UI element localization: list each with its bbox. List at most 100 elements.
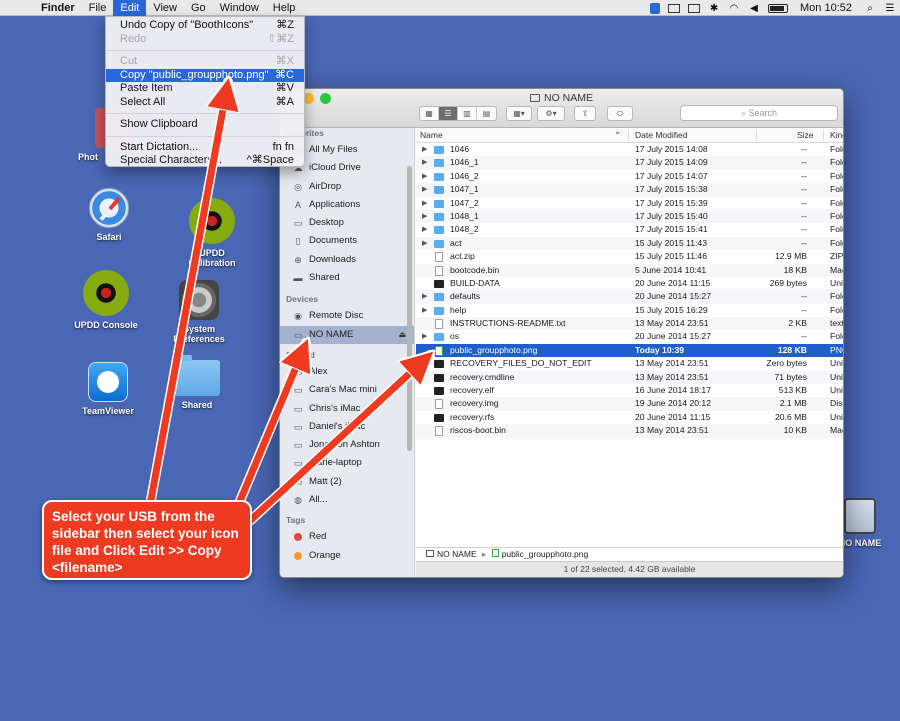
sidebar-item-remote-disc[interactable]: ◉ Remote Disc	[280, 307, 414, 325]
battery-icon[interactable]	[768, 3, 789, 13]
desktop-icon-system-preferences[interactable]: System Preferences	[154, 280, 244, 344]
finder-window[interactable]: NO NAME ▦ ☰ ▥ ▤ ▦▾ ⚙▾ ⇪ ⬭ ⌕ Search Favor…	[279, 88, 844, 578]
disclosure-triangle-icon[interactable]: ▶	[422, 223, 427, 236]
menu-item-select-all[interactable]: Select All ⌘A	[106, 96, 304, 110]
sidebar-item-shared-host[interactable]: ▭ Daniel's iMac	[280, 418, 414, 436]
tags-icon[interactable]: ⬭	[607, 106, 633, 121]
table-row[interactable]: ▶ 1046_1 17 July 2015 14:09 -- Folder	[416, 156, 843, 170]
table-row[interactable]: recovery.rfs 20 June 2014 11:15 20.6 MB Uni…	[416, 411, 843, 424]
sidebar-item-no-name[interactable]: ▭ NO NAME ⏏	[280, 325, 414, 344]
column-header-date[interactable]: Date Modified	[635, 130, 687, 140]
desktop-icon-shared[interactable]: Shared	[152, 355, 242, 410]
disclosure-triangle-icon[interactable]: ▶	[422, 143, 427, 156]
arrange-button[interactable]: ▦▾	[506, 106, 532, 121]
wifi-icon[interactable]: ◠	[728, 3, 740, 14]
menu-go[interactable]: Go	[184, 0, 213, 16]
view-mode-control[interactable]: ▦ ☰ ▥ ▤	[419, 106, 497, 121]
menu-edit[interactable]: Edit	[113, 0, 147, 16]
table-row[interactable]: ▶ 1046_2 17 July 2015 14:07 -- Folder	[416, 170, 843, 183]
disclosure-triangle-icon[interactable]: ▶	[422, 237, 427, 250]
menu-item-start-dictation[interactable]: Start Dictation... fn fn	[106, 141, 304, 155]
table-row[interactable]: BUILD-DATA 20 June 2014 11:15 269 bytes Uni…	[416, 277, 843, 290]
sidebar-item-shared-all[interactable]: ◍ All...	[280, 491, 414, 509]
dropbox-icon[interactable]	[668, 3, 681, 13]
table-row[interactable]: INSTRUCTIONS-README.txt 13 May 2014 23:51…	[416, 317, 843, 331]
menu-item-paste[interactable]: Paste Item ⌘V	[106, 82, 304, 96]
notification-center-icon[interactable]: ☰	[884, 3, 896, 14]
title-bar[interactable]: NO NAME ▦ ☰ ▥ ▤ ▦▾ ⚙▾ ⇪ ⬭ ⌕ Search	[280, 89, 843, 128]
desktop-icon-updd-calibration[interactable]: UPDD Calibration	[167, 198, 257, 268]
table-row[interactable]: recovery.cmdline 13 May 2014 23:51 71 byte…	[416, 370, 843, 385]
table-row[interactable]: riscos-boot.bin 13 May 2014 23:51 10 KB Mac	[416, 424, 843, 438]
sidebar-item-shared-folder[interactable]: ▬ Shared	[280, 269, 414, 287]
sidebar-item-airdrop[interactable]: ◎ AirDrop	[280, 178, 414, 196]
airplay-icon[interactable]	[688, 3, 701, 13]
sidebar-item-shared-host[interactable]: ▭ Jonathon Ashton	[280, 436, 414, 454]
table-row[interactable]: ▶ 1047_2 17 July 2015 15:39 -- Folder	[416, 197, 843, 210]
table-row[interactable]: ▶ 1048_1 17 July 2015 15:40 -- Folder	[416, 209, 843, 224]
disclosure-triangle-icon[interactable]: ▶	[422, 156, 427, 169]
table-row[interactable]: ▶ defaults 20 June 2014 15:27 -- Folder	[416, 290, 843, 304]
sidebar-item-desktop[interactable]: ▭ Desktop	[280, 214, 414, 232]
sidebar-item-shared-host[interactable]: ▭ Matt (2)	[280, 473, 414, 491]
sidebar-item-shared-host[interactable]: ▭ Alex	[280, 363, 414, 381]
sidebar-item-tag-red[interactable]: Red	[280, 528, 414, 546]
column-header-size[interactable]: Size	[797, 130, 814, 140]
disclosure-triangle-icon[interactable]: ▶	[422, 304, 427, 317]
bluetooth-icon[interactable]: ✱	[708, 3, 720, 14]
sidebar-scrollbar[interactable]	[407, 166, 412, 451]
table-row[interactable]: ▶ help 15 July 2015 16:29 -- Folder	[416, 304, 843, 317]
coverflow-view-icon[interactable]: ▤	[477, 107, 496, 120]
action-button[interactable]: ⚙▾	[537, 106, 565, 121]
spotlight-icon[interactable]: ⌕	[864, 3, 876, 14]
menu-item-copy[interactable]: Copy "public_groupphoto.png" ⌘C	[106, 68, 304, 82]
column-view-icon[interactable]: ▥	[458, 107, 477, 120]
sidebar-item-shared-host[interactable]: ▭ Cara's Mac mini	[280, 381, 414, 399]
table-row[interactable]: ▶ os 20 June 2014 15:27 -- Folder	[416, 330, 843, 343]
menu-finder[interactable]: Finder	[34, 0, 82, 16]
menu-item-special-characters[interactable]: Special Characters... ^⌘Space	[106, 154, 304, 168]
column-header-kind[interactable]: Kind	[830, 130, 843, 140]
share-icon[interactable]: ⇪	[574, 106, 596, 121]
sidebar-item-shared-host[interactable]: ▭ marie-laptop	[280, 454, 414, 472]
eject-icon[interactable]: ⏏	[398, 326, 406, 344]
sidebar-item-tag-orange[interactable]: Orange	[280, 547, 414, 565]
icon-view-icon[interactable]: ▦	[420, 107, 439, 120]
list-view-icon[interactable]: ☰	[439, 107, 458, 120]
disclosure-triangle-icon[interactable]: ▶	[422, 197, 427, 210]
table-row[interactable]: ▶ 1047_1 17 July 2015 15:38 -- Folder	[416, 183, 843, 197]
menu-clock[interactable]: Mon 10:52	[792, 2, 860, 14]
skype-icon[interactable]	[650, 2, 661, 14]
sidebar-item-applications[interactable]: A Applications	[280, 196, 414, 214]
desktop-icon-teamviewer[interactable]: TeamViewer	[63, 362, 153, 416]
menu-help[interactable]: Help	[266, 0, 303, 16]
desktop-icon-updd-console[interactable]: UPDD Console	[61, 270, 151, 330]
menu-view[interactable]: View	[146, 0, 184, 16]
table-row[interactable]: ▶ 1046 17 July 2015 14:08 -- Folder	[416, 143, 843, 156]
sidebar-item-shared-host[interactable]: ▭ Chris's iMac	[280, 400, 414, 418]
table-row[interactable]: ▶ 1048_2 17 July 2015 15:41 -- Folder	[416, 223, 843, 236]
table-row-selected[interactable]: public_groupphoto.png Today 10:39 128 KB PN…	[416, 343, 843, 358]
table-row[interactable]: bootcode.bin 5 June 2014 10:41 18 KB Mac	[416, 263, 843, 277]
column-header-name[interactable]: Name	[420, 130, 443, 140]
volume-icon[interactable]: ◀	[748, 3, 760, 14]
disclosure-triangle-icon[interactable]: ▶	[422, 210, 427, 223]
menu-item-undo[interactable]: Undo Copy of "BoothIcons" ⌘Z	[106, 19, 304, 33]
sidebar-item-documents[interactable]: ▯ Documents	[280, 232, 414, 250]
table-row[interactable]: ▶ act 15 July 2015 11:43 -- Folder	[416, 236, 843, 251]
search-input[interactable]: ⌕ Search	[680, 105, 838, 121]
disclosure-triangle-icon[interactable]: ▶	[422, 290, 427, 303]
disclosure-triangle-icon[interactable]: ▶	[422, 330, 427, 343]
path-item[interactable]: public_groupphoto.png	[502, 549, 589, 559]
path-item[interactable]: NO NAME	[437, 549, 477, 559]
table-row[interactable]: recovery.elf 16 June 2014 18:17 513 KB Unix	[416, 384, 843, 397]
disclosure-triangle-icon[interactable]: ▶	[422, 183, 427, 196]
menu-file[interactable]: File	[82, 0, 114, 16]
table-row[interactable]: RECOVERY_FILES_DO_NOT_EDIT 13 May 2014 23…	[416, 357, 843, 370]
table-row[interactable]: recovery.img 19 June 2014 20:12 2.1 MB Disk	[416, 397, 843, 411]
menu-window[interactable]: Window	[213, 0, 266, 16]
disclosure-triangle-icon[interactable]: ▶	[422, 170, 427, 183]
desktop-icon-safari[interactable]: Safari	[64, 188, 154, 242]
menu-item-show-clipboard[interactable]: Show Clipboard	[106, 118, 304, 132]
sidebar-item-downloads[interactable]: ⊕ Downloads	[280, 251, 414, 269]
